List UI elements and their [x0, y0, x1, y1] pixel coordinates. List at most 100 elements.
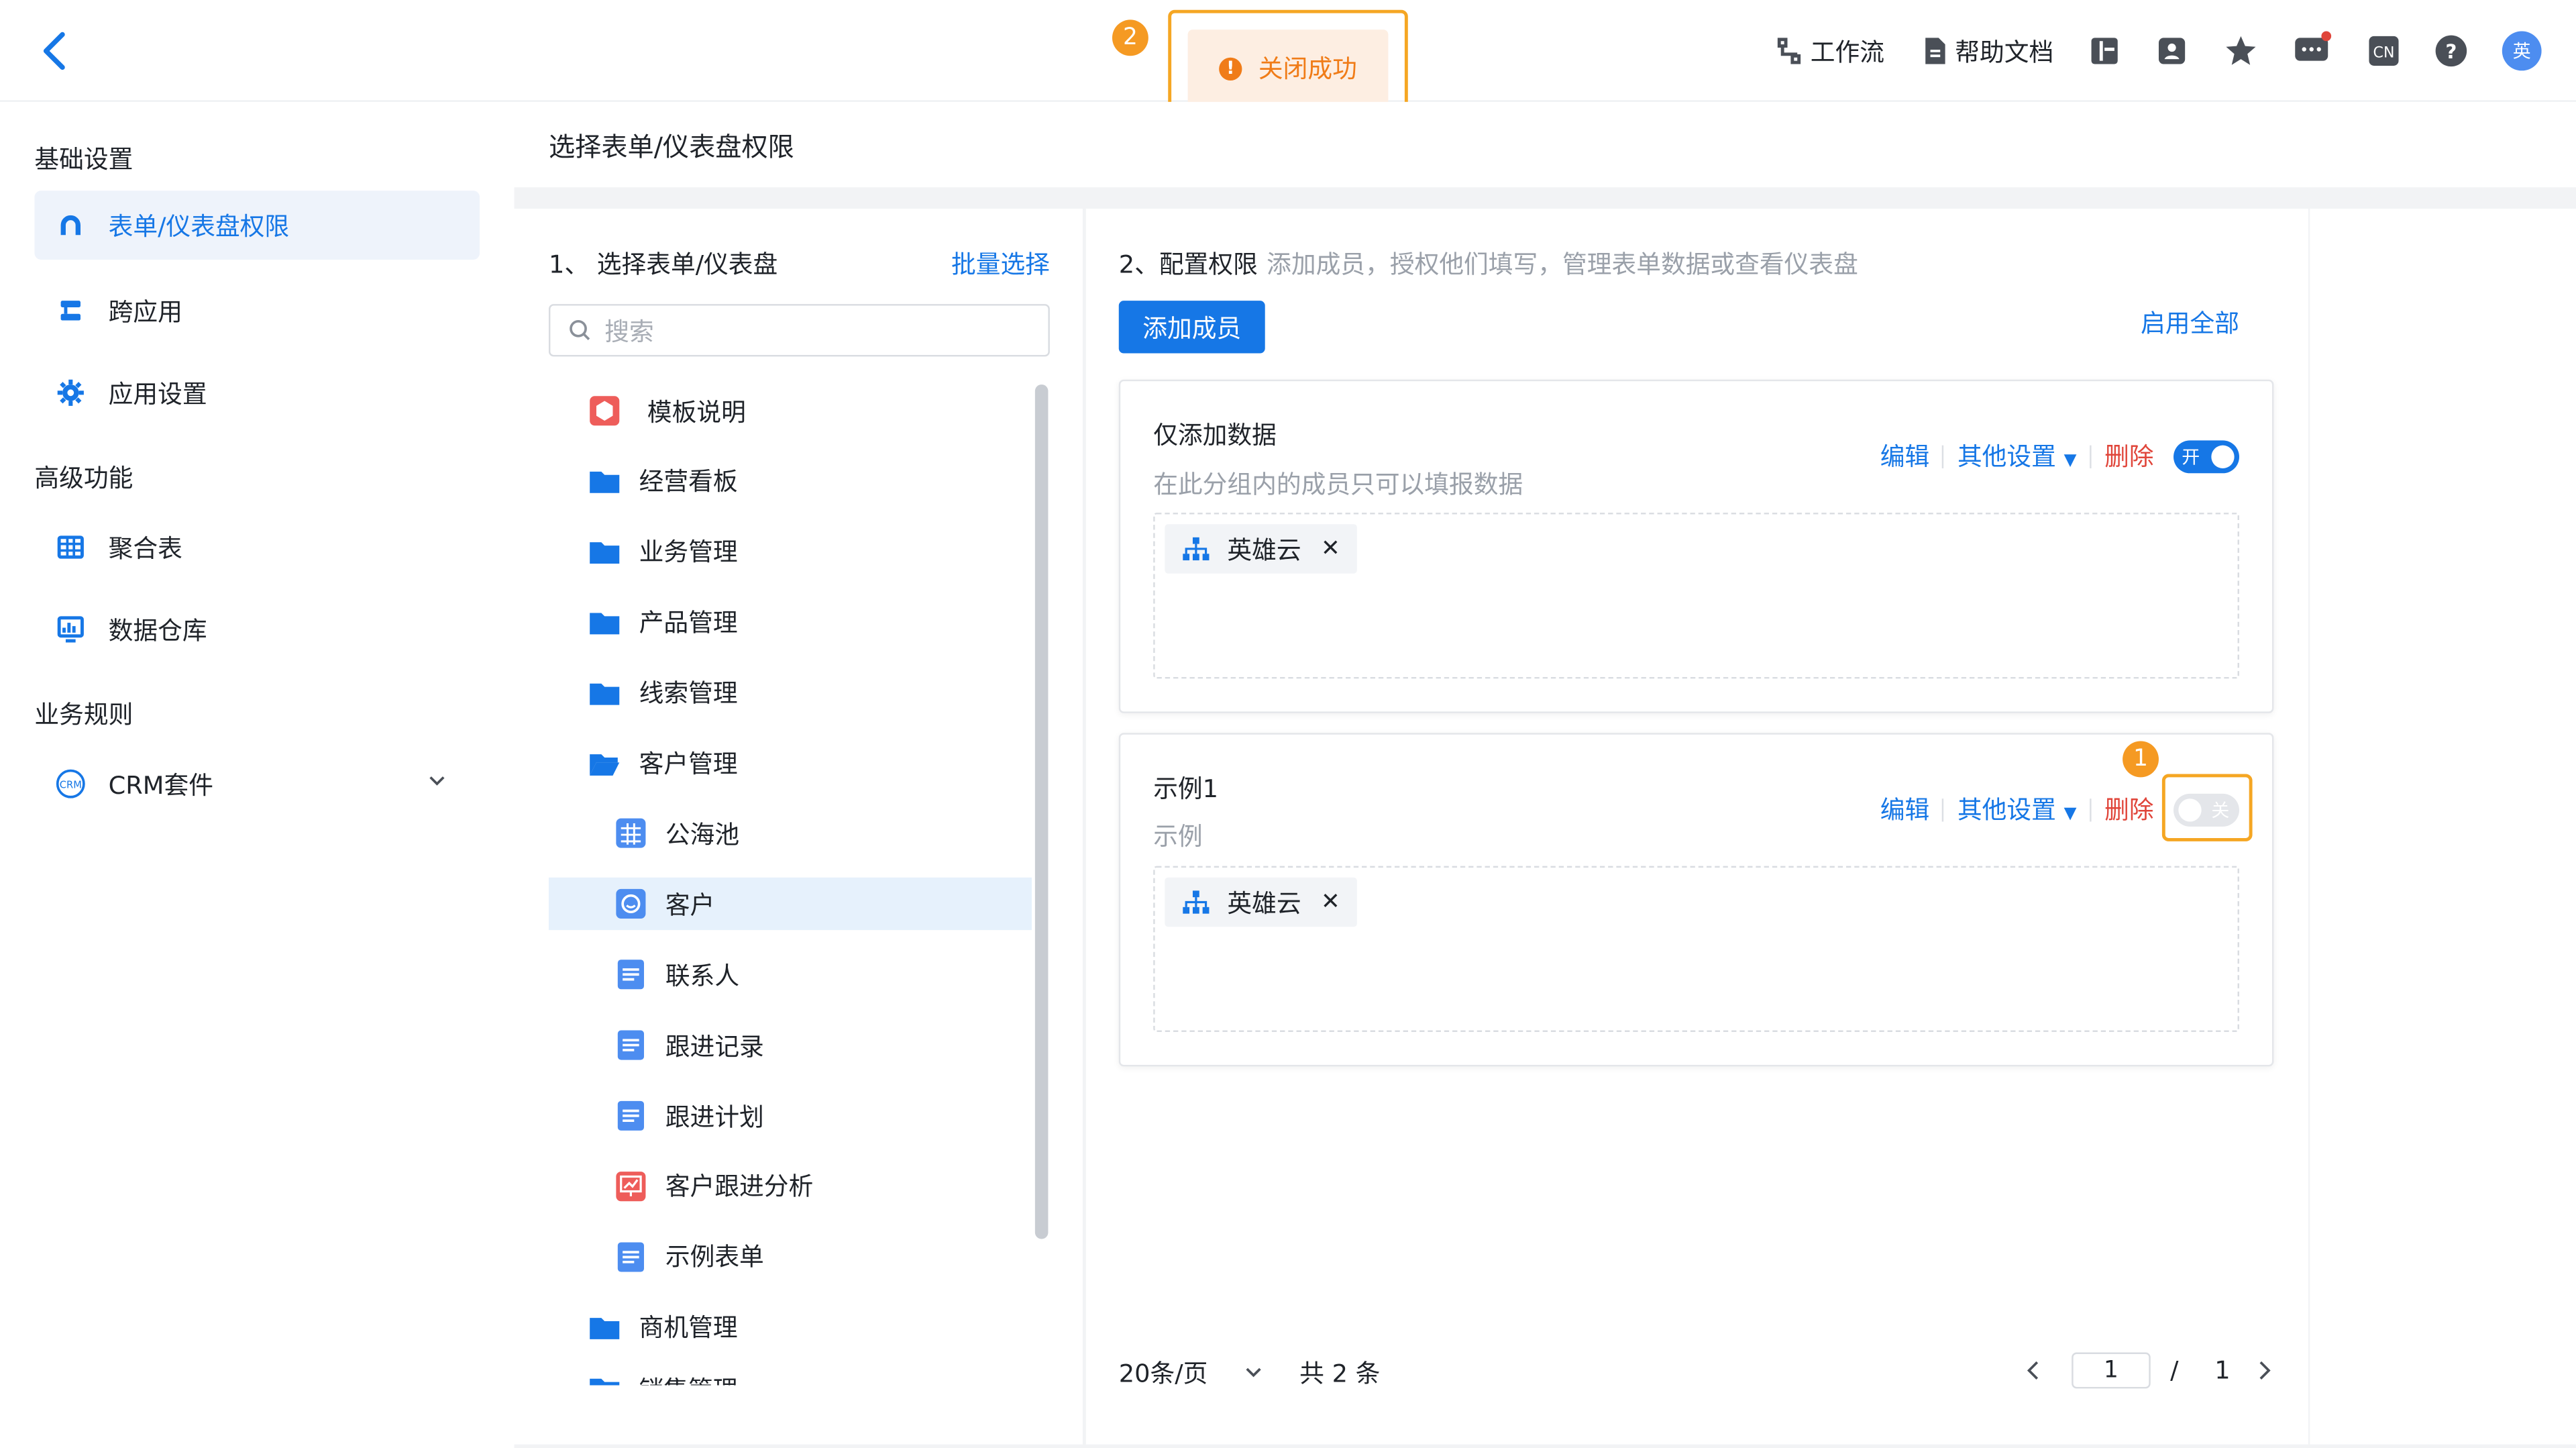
sidebar-item-label: 数据仓库 [108, 615, 207, 645]
add-member-button[interactable]: 添加成员 [1118, 301, 1265, 354]
close-icon[interactable]: ✕ [1321, 889, 1340, 915]
star-icon[interactable] [2224, 34, 2257, 67]
folder-open-icon [590, 753, 620, 775]
tree-item[interactable]: 客户管理 [549, 737, 1032, 789]
section-title-advanced: 高级功能 [34, 463, 133, 493]
grid-form-icon [616, 819, 646, 849]
divider [2090, 797, 2092, 821]
tree-item[interactable]: 示例表单 [549, 1231, 1032, 1283]
workflow-button[interactable]: 工作流 [1774, 33, 1884, 69]
member-name: 英雄云 [1227, 888, 1301, 918]
search-input[interactable]: 搜索 [548, 304, 1050, 357]
tree-item-label: 产品管理 [639, 608, 738, 638]
enable-all-link[interactable]: 启用全部 [2141, 306, 2239, 340]
member-tag: 英雄云 ✕ [1165, 877, 1357, 927]
delete-link[interactable]: 删除 [2104, 439, 2154, 473]
tree-scrollbar[interactable] [1034, 384, 1049, 1239]
help-icon[interactable]: ? [2434, 34, 2467, 67]
layout-icon[interactable] [2090, 36, 2119, 66]
group-toggle[interactable]: 开 [2174, 439, 2239, 473]
tree-item-label: 商机管理 [639, 1313, 738, 1343]
sidebar-item-app-settings[interactable]: 应用设置 [34, 358, 480, 427]
tree-item[interactable]: 经营看板 [549, 455, 1032, 507]
tree-item[interactable]: 商机管理 [549, 1301, 1032, 1353]
tree-item[interactable]: 客户跟进分析 [549, 1160, 1032, 1212]
toggle-text: 开 [2182, 446, 2200, 468]
other-settings-label: 其他设置 [1957, 795, 2056, 825]
avatar[interactable]: 英 [2502, 31, 2542, 71]
tree-item[interactable]: 业务管理 [549, 525, 1032, 578]
tree-item[interactable]: 跟进计划 [549, 1090, 1032, 1142]
edit-link[interactable]: 编辑 [1880, 439, 1930, 473]
sidebar-item-form-permission[interactable]: 表单/仪表盘权限 [34, 191, 480, 260]
help-doc-label: 帮助文档 [1955, 37, 2054, 67]
tree-item[interactable]: 公海池 [549, 807, 1032, 860]
language-icon[interactable]: CN [2367, 34, 2400, 67]
divider [1942, 444, 1945, 468]
tree-item[interactable]: 跟进记录 [549, 1019, 1032, 1072]
close-icon[interactable]: ✕ [1321, 535, 1340, 562]
group-title: 示例1 [1153, 774, 1219, 804]
cross-app-icon [60, 301, 81, 321]
group-description: 示例 [1153, 821, 1203, 851]
form-icon [617, 1030, 645, 1060]
toggle-highlight [2161, 774, 2253, 841]
member-drop-area[interactable]: 英雄云 ✕ [1153, 866, 2239, 1032]
tree-item-label: 线索管理 [639, 678, 738, 709]
form-icon [617, 1100, 645, 1131]
permission-group-card: 示例1 示例 编辑 其他设置 ▼ 删除 关 英雄云 ✕ [1118, 733, 2274, 1067]
page-size-select[interactable]: 20条/页 [1119, 1355, 1264, 1390]
search-placeholder: 搜索 [604, 316, 654, 346]
sidebar-item-label: 表单/仪表盘权限 [108, 211, 290, 241]
edit-link[interactable]: 编辑 [1880, 792, 1930, 826]
workflow-label: 工作流 [1810, 37, 1885, 67]
other-settings-dropdown[interactable]: 其他设置 ▼ [1957, 439, 2077, 473]
svg-text:CN: CN [2373, 45, 2395, 62]
sidebar-item-label: 聚合表 [108, 533, 182, 563]
tree-item[interactable]: 客户 [548, 878, 1032, 931]
back-icon[interactable] [36, 28, 72, 74]
sidebar-item-cross-app[interactable]: 跨应用 [34, 276, 480, 345]
right-blank-panel [2310, 209, 2576, 1445]
total-count: 共 2 条 [1299, 1359, 1381, 1389]
page-number-input[interactable]: 1 [2072, 1352, 2151, 1389]
svg-text:CRM: CRM [60, 779, 82, 790]
chevron-down-icon[interactable] [427, 771, 447, 790]
template-icon [590, 396, 620, 426]
next-page-icon[interactable] [2254, 1359, 2273, 1382]
sidebar-item-crm-suite[interactable]: CRM CRM套件 [34, 749, 480, 819]
folder-icon [590, 1378, 620, 1385]
tree-item-label: 跟进记录 [665, 1031, 764, 1062]
delete-link[interactable]: 删除 [2104, 792, 2154, 826]
sidebar-item-label: 跨应用 [108, 297, 182, 327]
sidebar-item-label: 应用设置 [108, 378, 207, 409]
step-2-description: 添加成员，授权他们填写，管理表单数据或查看仪表盘 [1267, 250, 1858, 280]
member-tag: 英雄云 ✕ [1165, 524, 1357, 574]
step-2-title: 2、配置权限 [1118, 250, 1258, 280]
help-doc-button[interactable]: 帮助文档 [1922, 33, 2053, 69]
tree-item[interactable]: 模板说明 [549, 384, 1032, 437]
divider [2090, 444, 2092, 468]
prev-page-icon[interactable] [2024, 1359, 2043, 1382]
form-icon [617, 1241, 645, 1272]
form-icon [617, 960, 645, 990]
tree-item[interactable]: 线索管理 [549, 666, 1032, 719]
step-badge-2: 2 [1112, 19, 1148, 56]
member-drop-area[interactable]: 英雄云 ✕ [1153, 513, 2239, 679]
other-settings-dropdown[interactable]: 其他设置 ▼ [1957, 792, 2077, 826]
section-title-business-rules: 业务规则 [34, 700, 133, 730]
divider [1942, 797, 1945, 821]
folder-icon [590, 612, 620, 634]
sidebar-item-aggregate-table[interactable]: 聚合表 [34, 513, 480, 582]
contacts-icon[interactable] [2157, 36, 2187, 66]
tree-item-label: 业务管理 [639, 537, 738, 568]
batch-select-link[interactable]: 批量选择 [951, 246, 1050, 280]
caret-down-icon: ▼ [2063, 452, 2077, 470]
org-icon [1183, 537, 1210, 561]
tree-item[interactable]: 联系人 [549, 949, 1032, 1001]
tree-item[interactable]: 产品管理 [549, 596, 1032, 648]
tree-item-label: 跟进计划 [665, 1102, 764, 1132]
sidebar-item-data-warehouse[interactable]: 数据仓库 [34, 595, 480, 664]
message-icon[interactable] [2294, 31, 2333, 68]
tree-item[interactable]: 销售管理 [549, 1372, 1032, 1385]
